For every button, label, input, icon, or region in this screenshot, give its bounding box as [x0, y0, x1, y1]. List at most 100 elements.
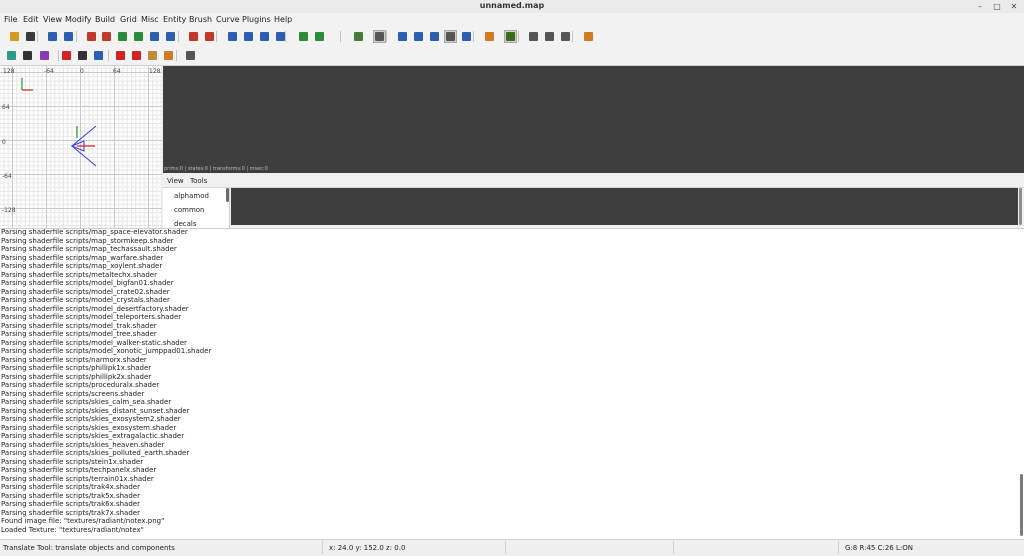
- surface-inspector-icon: [545, 32, 554, 41]
- maximize-button[interactable]: □: [989, 0, 1005, 13]
- surface-inspector-button[interactable]: [543, 30, 556, 43]
- translate-tool-button[interactable]: [373, 30, 386, 43]
- csg-merge-icon: [205, 32, 214, 41]
- csg-merge-button[interactable]: [203, 30, 216, 43]
- cap-button[interactable]: [130, 49, 143, 62]
- clipper-button[interactable]: [352, 30, 365, 43]
- console-line: Parsing shaderfile scripts/techpanelx.sh…: [1, 466, 157, 474]
- car-icon: [78, 51, 87, 60]
- minimize-button[interactable]: –: [972, 0, 988, 13]
- save-button[interactable]: [24, 30, 37, 43]
- flip-z-icon: [150, 32, 159, 41]
- rotate-tool-button[interactable]: [396, 30, 409, 43]
- csg-subtract-button[interactable]: [187, 30, 200, 43]
- patch-inspector-button[interactable]: [582, 30, 595, 43]
- filter-button[interactable]: [559, 30, 572, 43]
- cube-cycle-button[interactable]: [5, 49, 18, 62]
- entity-list-button[interactable]: [527, 30, 540, 43]
- texture-directory-list[interactable]: alphamod common decals: [163, 188, 230, 228]
- console-line: Parsing shaderfile scripts/model_telepor…: [1, 313, 182, 321]
- select-touching-button[interactable]: [242, 30, 255, 43]
- menu-brush[interactable]: Brush: [189, 15, 212, 24]
- undo-button[interactable]: [46, 30, 59, 43]
- brush-mode-button[interactable]: [92, 49, 105, 62]
- select-complete-button[interactable]: [274, 30, 287, 43]
- make-room-button[interactable]: [313, 30, 326, 43]
- select-complete-icon: [276, 32, 285, 41]
- texture-lock-button[interactable]: [504, 30, 517, 43]
- scale-tool-icon: [414, 32, 423, 41]
- camera-3d-view[interactable]: prims:0 | states:0 | transforms:0 | msec…: [163, 66, 1024, 173]
- menu-plugins[interactable]: Plugins: [242, 15, 271, 24]
- xy-grid-view[interactable]: 128 -64 0 64 128 64 0 -64 -128: [0, 66, 162, 228]
- redo-button[interactable]: [62, 30, 75, 43]
- flip-z-button[interactable]: [148, 30, 161, 43]
- texture-menu-view[interactable]: View: [167, 177, 184, 185]
- select-partial-button[interactable]: [258, 30, 271, 43]
- select-inside-icon: [228, 32, 237, 41]
- thicken-button[interactable]: [162, 49, 175, 62]
- open-button[interactable]: [8, 30, 21, 43]
- rotate-z-button[interactable]: [164, 30, 177, 43]
- texture-menu-tools[interactable]: Tools: [190, 177, 207, 185]
- select-inside-button[interactable]: [226, 30, 239, 43]
- flip-x-button[interactable]: [85, 30, 98, 43]
- toolbar-separator: [76, 31, 77, 42]
- menu-curve[interactable]: Curve: [216, 15, 240, 24]
- hollow-button[interactable]: [297, 30, 310, 43]
- menu-edit[interactable]: Edit: [23, 15, 39, 24]
- close-button[interactable]: ✕: [1006, 0, 1022, 13]
- console-line: Parsing shaderfile scripts/trak5x.shader: [1, 491, 140, 500]
- camera-icon: [485, 32, 494, 41]
- texture-preview-area[interactable]: [231, 188, 1018, 225]
- select-mode-button[interactable]: [444, 30, 457, 43]
- resize-tool-button[interactable]: [460, 30, 473, 43]
- flip-y-button[interactable]: [116, 30, 129, 43]
- drag-tool-button[interactable]: [428, 30, 441, 43]
- menu-modify[interactable]: Modify: [65, 15, 92, 24]
- bend-button[interactable]: [114, 49, 127, 62]
- rotate-x-button[interactable]: [100, 30, 113, 43]
- texture-dir-item[interactable]: alphamod: [174, 192, 209, 200]
- rotate-z-icon: [166, 32, 175, 41]
- console-line: Parsing shaderfile scripts/skies_exosyst…: [1, 423, 177, 432]
- console-scrollbar[interactable]: [1020, 474, 1023, 536]
- texture-dir-item[interactable]: common: [174, 206, 205, 214]
- menu-help[interactable]: Help: [274, 15, 292, 24]
- toggle-x-button[interactable]: [184, 49, 197, 62]
- console-line: Parsing shaderfile scripts/map_xoylent.s…: [1, 262, 163, 270]
- camera-button[interactable]: [483, 30, 496, 43]
- directory-scrollbar[interactable]: [226, 188, 229, 202]
- car-button[interactable]: [76, 49, 89, 62]
- rotate-y-button[interactable]: [132, 30, 145, 43]
- console-line: Parsing shaderfile scripts/skies_extraga…: [1, 432, 185, 440]
- window-title: unnamed.map: [479, 1, 545, 10]
- status-grid-info: G:8 R:45 C:26 L:ON: [845, 544, 913, 552]
- ortho-view-button[interactable]: [21, 49, 34, 62]
- console-line: Parsing shaderfile scripts/skies_pollute…: [1, 449, 190, 457]
- cube-cycle-icon: [7, 51, 16, 60]
- console-log[interactable]: Parsing shaderfile scripts/map_space-ele…: [0, 228, 1024, 540]
- region-button[interactable]: [60, 49, 73, 62]
- scale-tool-button[interactable]: [412, 30, 425, 43]
- console-line: Parsing shaderfile scripts/narmorx.shade…: [1, 355, 147, 364]
- toolbar-separator: [176, 50, 177, 61]
- status-bar: Translate Tool: translate objects and co…: [0, 539, 1024, 556]
- select-partial-icon: [260, 32, 269, 41]
- cat-button[interactable]: [146, 49, 159, 62]
- axis-indicator-icon: [21, 78, 33, 91]
- menu-misc[interactable]: Misc: [141, 15, 159, 24]
- menu-entity[interactable]: Entity: [163, 15, 186, 24]
- texture-dir-item[interactable]: decals: [174, 220, 196, 228]
- texture-view-button[interactable]: [38, 49, 51, 62]
- console-line: Parsing shaderfile scripts/model_bigfan0…: [1, 279, 174, 287]
- rotate-tool-icon: [398, 32, 407, 41]
- texture-browser-menu: View Tools: [163, 176, 1024, 188]
- texture-scrollbar[interactable]: [1019, 188, 1022, 225]
- texture-browser: View Tools alphamod common decals: [163, 176, 1024, 228]
- menu-grid[interactable]: Grid: [120, 15, 137, 24]
- menu-build[interactable]: Build: [95, 15, 115, 24]
- console-line: Parsing shaderfile scripts/model_crate02…: [1, 287, 170, 296]
- menu-file[interactable]: File: [4, 15, 17, 24]
- menu-view[interactable]: View: [43, 15, 62, 24]
